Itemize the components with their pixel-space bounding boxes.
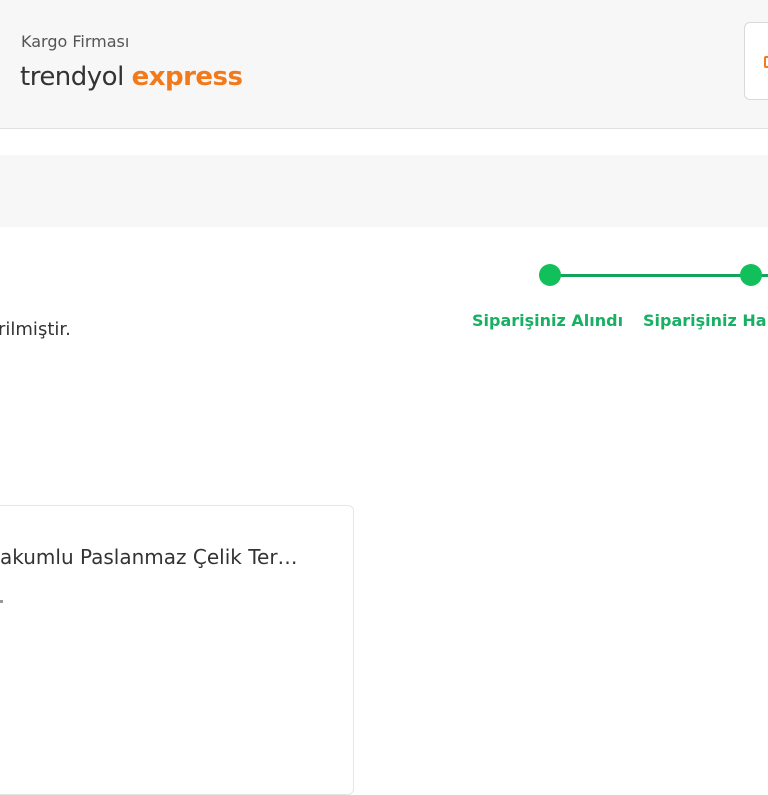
- tracker-step-1-dot: [539, 264, 561, 286]
- product-detail-dot: [0, 600, 3, 603]
- tracker-line: [550, 274, 752, 277]
- order-status-message: rilmiştir.: [0, 319, 71, 340]
- logo-text-express: express: [131, 62, 243, 92]
- info-bar: [0, 155, 768, 227]
- page-header: Kargo Firması trendyol express: [0, 0, 768, 129]
- cargo-company-label: Kargo Firması: [21, 32, 130, 51]
- document-icon: [764, 56, 768, 68]
- header-action-button[interactable]: [744, 22, 768, 100]
- tracker-step-1-label: Siparişiniz Alındı: [472, 311, 624, 330]
- tracker-step-2-dot: [740, 264, 762, 286]
- trendyol-express-logo: trendyol express: [20, 58, 243, 96]
- logo-text-trendyol: trendyol: [20, 62, 124, 92]
- tracker-step-2-label: Siparişiniz Ha: [643, 311, 767, 330]
- product-name[interactable]: akumlu Paslanmaz Çelik Ter…: [0, 545, 298, 569]
